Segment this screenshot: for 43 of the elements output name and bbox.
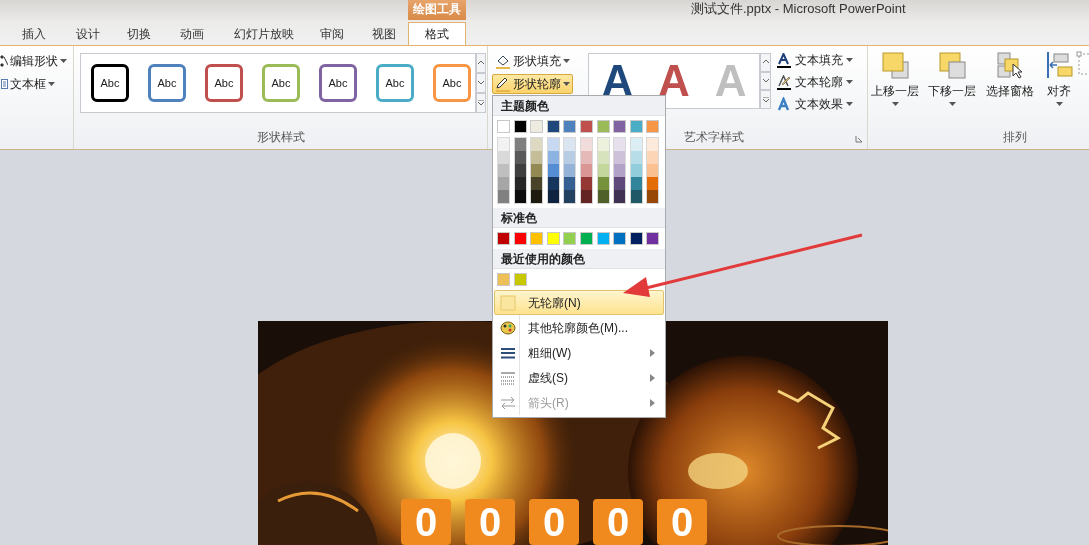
ribbon-tab[interactable]: 视图 xyxy=(364,22,404,45)
ribbon-tab[interactable]: 切换 xyxy=(119,22,159,45)
ribbon-button[interactable]: 形状轮廓 xyxy=(492,74,573,94)
counter-digit: 0 xyxy=(529,499,579,545)
group-label: 排列 xyxy=(1003,129,1027,146)
counter-digit: 0 xyxy=(593,499,643,545)
group-label: 艺术字样式 xyxy=(684,129,744,146)
ribbon-button[interactable]: 文本框 xyxy=(0,75,73,93)
ribbon-button[interactable]: 文本轮廓 xyxy=(776,73,853,91)
ribbon-tab[interactable]: 设计 xyxy=(68,22,108,45)
shape-style-swatch[interactable]: Abc xyxy=(319,64,357,102)
ribbon-tab[interactable]: 动画 xyxy=(172,22,212,45)
menu-item[interactable]: 无轮廓(N) xyxy=(494,290,664,315)
counter-digit: 0 xyxy=(657,499,707,545)
shape-style-swatch[interactable]: Abc xyxy=(376,64,414,102)
ribbon-tab[interactable]: 幻灯片放映 xyxy=(226,22,302,45)
shape-style-swatch[interactable]: Abc xyxy=(433,64,471,102)
menu-item[interactable]: 其他轮廓颜色(M)... xyxy=(494,315,664,340)
ribbon-button[interactable]: 选择窗格 xyxy=(982,50,1038,106)
menu-item[interactable]: 虚线(S) xyxy=(494,365,664,390)
ribbon-tab[interactable]: 审阅 xyxy=(312,22,352,45)
ribbon-button[interactable]: 文本效果 xyxy=(776,95,853,113)
ribbon-button[interactable]: 形状填充 xyxy=(492,51,573,71)
menu-heading: 标准色 xyxy=(493,208,665,228)
ribbon-button[interactable]: 对齐 xyxy=(1042,50,1076,106)
counter-digit: 0 xyxy=(465,499,515,545)
shape-style-swatch[interactable]: Abc xyxy=(148,64,186,102)
ribbon-button[interactable]: 编辑形状 xyxy=(0,52,73,70)
menu-heading: 主题颜色 xyxy=(493,96,665,116)
group-label: 形状样式 xyxy=(255,129,306,146)
shape-style-swatch[interactable]: Abc xyxy=(205,64,243,102)
menu-heading: 最近使用的颜色 xyxy=(493,249,665,269)
contextual-tab-label: 绘图工具 xyxy=(408,0,466,20)
ribbon-tab[interactable]: 插入 xyxy=(14,22,54,45)
counter-digit: 0 xyxy=(401,499,451,545)
window-title: 测试文件.pptx - Microsoft PowerPoint xyxy=(691,0,906,18)
ribbon-button[interactable]: 下移一层 xyxy=(926,50,978,106)
ribbon-tab[interactable]: 格式 xyxy=(408,22,466,45)
ribbon-button[interactable]: 上移一层 xyxy=(868,50,922,106)
shape-style-swatch[interactable]: Abc xyxy=(262,64,300,102)
ribbon-button[interactable]: 文本填充 xyxy=(776,51,853,69)
menu-item[interactable]: 粗细(W) xyxy=(494,340,664,365)
shape-style-swatch[interactable]: Abc xyxy=(91,64,129,102)
